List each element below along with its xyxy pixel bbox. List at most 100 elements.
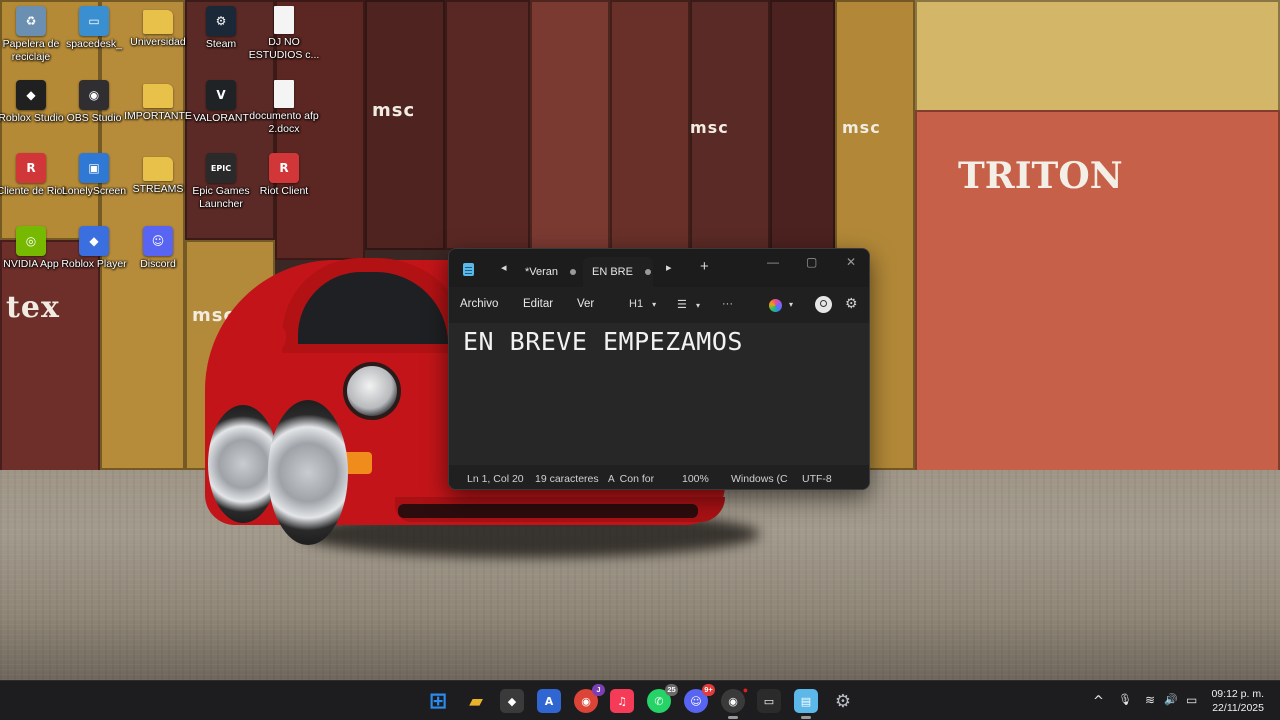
minimize-button[interactable]: —: [767, 255, 779, 269]
apple-music-icon[interactable]: ♫: [610, 689, 634, 713]
menu-ver[interactable]: Ver: [577, 298, 594, 310]
container-red-6: [530, 0, 610, 250]
lonelyscreen-icon: ▣: [79, 153, 109, 183]
account-icon[interactable]: [815, 296, 832, 313]
taskbar-clock[interactable]: 09:12 p. m. 22/11/2025: [1211, 687, 1264, 715]
chevron-down-icon: ▾: [695, 301, 700, 310]
microphone-icon[interactable]: 🎙: [1118, 693, 1132, 706]
container-logo-msc: msc: [372, 100, 416, 121]
menu-editar[interactable]: Editar: [523, 298, 553, 310]
desktop-icon[interactable]: DJ NO ESTUDIOS c...: [247, 2, 321, 62]
container-logo-msc-4: msc: [690, 118, 729, 137]
obs-icon[interactable]: ◉ ●: [721, 685, 748, 719]
desktop-icon-label: Riot Client: [259, 185, 309, 197]
car-wheel-front: [268, 400, 348, 545]
tab-veran[interactable]: *Veran: [517, 257, 577, 287]
steam-icon: ⚙: [206, 6, 236, 36]
more-options-button[interactable]: ···: [722, 298, 733, 310]
valorant-icon: V: [206, 80, 236, 110]
notepad-window[interactable]: ◂ *Veran EN BRE ▸ + — ▢ ✕ Archivo Editar…: [448, 248, 870, 490]
discord-icon: ☺: [143, 226, 173, 256]
car-grill: [398, 504, 698, 518]
container-logo-msc-3: msc: [842, 118, 881, 137]
tab-scroll-right-icon[interactable]: ▸: [666, 261, 672, 274]
notepad-titlebar[interactable]: ◂ *Veran EN BRE ▸ + — ▢ ✕: [449, 249, 869, 287]
status-encoding[interactable]: UTF-8: [802, 473, 832, 485]
status-format[interactable]: A Con for: [608, 473, 654, 485]
wifi-icon[interactable]: ≋: [1145, 693, 1155, 707]
running-indicator: [801, 716, 811, 719]
list-icon: ☰: [677, 299, 687, 311]
container-brown-9: [770, 0, 835, 250]
start-button[interactable]: ⊞: [426, 689, 450, 714]
folder-icon: [143, 84, 173, 108]
notification-badge: J: [592, 684, 605, 696]
desktop-icon-label: LonelyScreen: [61, 185, 127, 197]
desktop-icon[interactable]: R Riot Client: [247, 149, 321, 198]
status-zoom[interactable]: 100%: [682, 473, 709, 485]
document-icon: [274, 80, 294, 108]
unsaved-dot-icon: [644, 269, 651, 275]
container-brown-left: [0, 240, 100, 475]
desktop-icon-label: spacedesk_: [65, 38, 123, 50]
epic-games-icon: EPIC: [206, 153, 236, 183]
discord-icon[interactable]: ☺ 9+: [684, 684, 715, 713]
desktop-icon[interactable]: ▭ spacedesk_: [57, 2, 131, 51]
volume-icon[interactable]: 🔊: [1164, 693, 1178, 706]
desktop-icon[interactable]: documento afp 2.docx: [247, 76, 321, 136]
format-icon: A: [608, 474, 615, 485]
unsaved-dot-icon: [570, 269, 577, 275]
running-indicator: [728, 716, 738, 719]
tab-scroll-left-icon[interactable]: ◂: [501, 261, 507, 274]
desktop-icon[interactable]: ▣ LonelyScreen: [57, 149, 131, 198]
settings-gear-icon[interactable]: ⚙: [845, 295, 858, 312]
taskbar: ⊞ ▰ ◆ A ◉ J ♫ ✆ 25 ☺ 9+ ◉ ● ▭ ▤ ⚙ ^ 🎙 ≋ 🔊 ▭ 09:12 p. m.…: [0, 680, 1280, 720]
heading-label: H1: [629, 298, 644, 310]
show-hidden-icons-chevron-icon[interactable]: ^: [1093, 694, 1104, 709]
close-button[interactable]: ✕: [846, 255, 856, 269]
notepad-menubar: Archivo Editar Ver H1 ▾ ☰ ▾ ··· ▾ ⚙: [449, 287, 869, 323]
roblox-studio-icon: ◆: [16, 80, 46, 110]
clock-time: 09:12 p. m.: [1211, 688, 1264, 700]
notepad-app-icon: [463, 263, 474, 276]
nvidia-app-icon[interactable]: ▭: [757, 689, 781, 713]
riot-client-icon: R: [269, 153, 299, 183]
status-line-ending[interactable]: Windows (C: [731, 473, 788, 485]
document-icon: [274, 6, 294, 34]
desktop-icon-label: documento afp 2.docx: [249, 110, 319, 135]
menu-archivo[interactable]: Archivo: [460, 298, 498, 310]
notification-badge: 9+: [702, 684, 715, 696]
recycle-bin-icon: ♻: [16, 6, 46, 36]
chrome-icon[interactable]: ◉ J: [574, 684, 605, 713]
folder-icon: [143, 10, 173, 34]
riot-client-icon: R: [16, 153, 46, 183]
container-brown-5: [445, 0, 530, 250]
desktop-icon-label: OBS Studio: [66, 112, 122, 124]
notification-badge: ●: [742, 685, 749, 695]
maximize-button[interactable]: ▢: [806, 255, 817, 269]
whatsapp-icon[interactable]: ✆ 25: [647, 684, 678, 713]
car-headlight: [343, 362, 401, 420]
unity-hub-icon[interactable]: ◆: [500, 689, 524, 713]
file-explorer-icon[interactable]: ▰: [464, 689, 488, 713]
desktop-icon[interactable]: ◉ OBS Studio: [57, 76, 131, 125]
obs-icon: ◉: [79, 80, 109, 110]
notepad-editor[interactable]: EN BREVE EMPEZAMOS: [449, 323, 869, 465]
notepad-icon[interactable]: ▤: [794, 689, 818, 719]
folder-icon: [143, 157, 173, 181]
chevron-down-icon[interactable]: ▾: [789, 300, 793, 309]
visual-studio-icon[interactable]: A: [537, 689, 561, 713]
tab-en-breve[interactable]: EN BRE: [583, 257, 653, 287]
desktop-icon[interactable]: ☺ Discord: [121, 222, 195, 271]
notification-badge: 25: [665, 684, 678, 696]
copilot-icon[interactable]: [769, 299, 782, 312]
editor-content[interactable]: EN BREVE EMPEZAMOS: [463, 327, 743, 356]
battery-icon[interactable]: ▭: [1186, 693, 1197, 707]
clock-date: 22/11/2025: [1212, 702, 1264, 714]
list-dropdown[interactable]: ☰ ▾: [677, 298, 700, 311]
heading-dropdown[interactable]: H1 ▾: [629, 298, 656, 310]
settings-icon[interactable]: ⚙: [831, 689, 855, 713]
chevron-down-icon: ▾: [652, 300, 657, 309]
new-tab-button[interactable]: +: [700, 258, 709, 275]
desktop-icon[interactable]: ◆ Roblox Player: [57, 222, 131, 271]
